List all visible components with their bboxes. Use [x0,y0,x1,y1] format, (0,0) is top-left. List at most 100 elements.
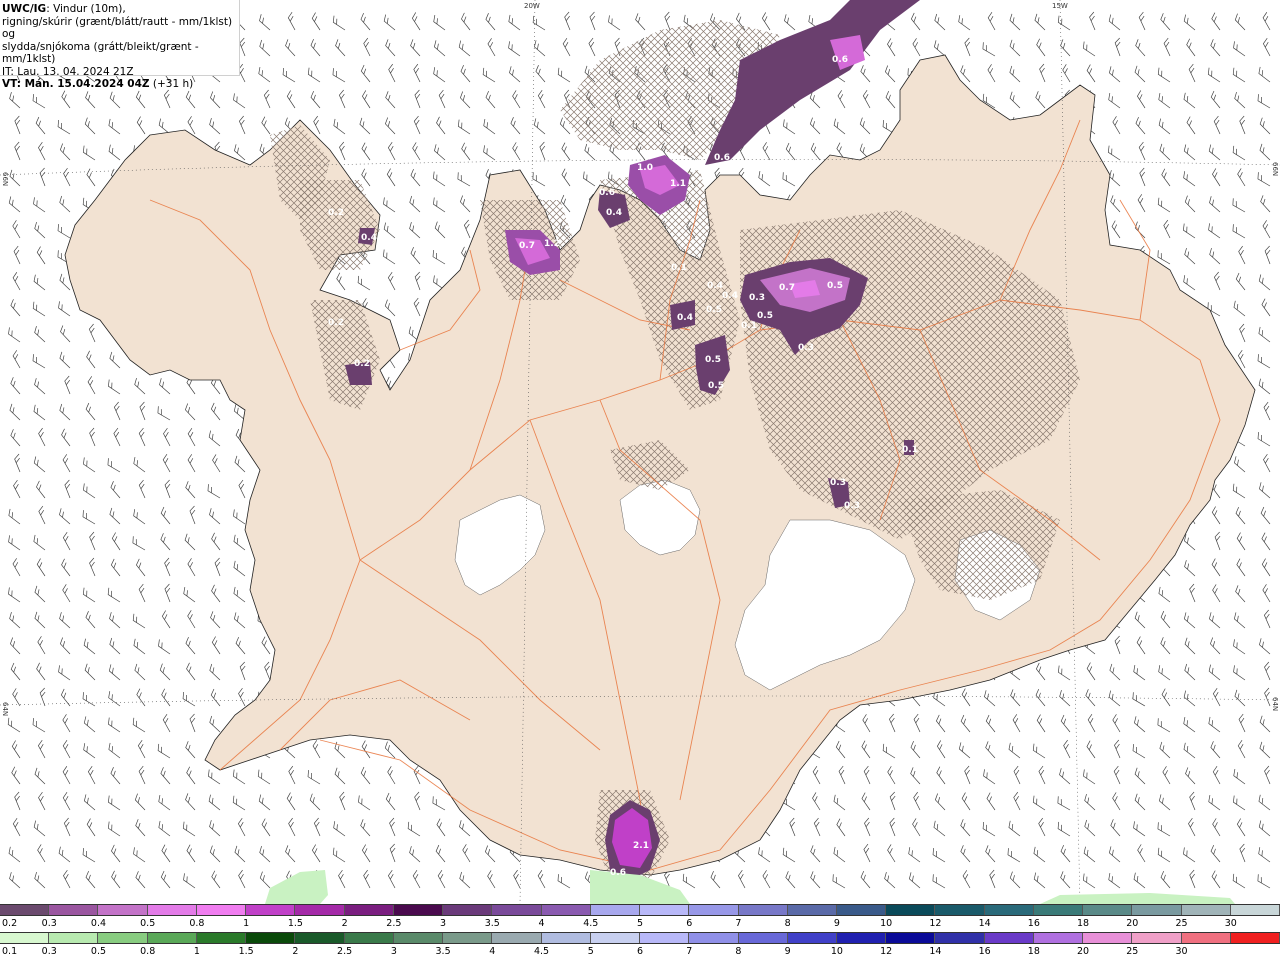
colorbar-tick-label: 8 [735,946,742,957]
colorbar-cell [984,905,1034,915]
colorbar-tick-label: 30 [1224,918,1237,929]
precip-value-label: 1.0 [637,163,653,173]
weather-map: 0.60.61.01.10.40.60.40.20.7 1.20.20.20.4 0… [0,0,1280,904]
precip-value-label: 0.7 [779,283,795,293]
colorbar-cell [640,933,690,943]
colorbar-tick-label: 18 [1077,918,1090,929]
colorbar-cell [1083,905,1133,915]
forecast-offset: (+31 h) [149,78,194,90]
colorbar-tick-label: 6 [636,946,644,957]
colorbar-tick-label: 0.2 [2,918,18,929]
colorbar-tick-label: 3.5 [435,946,451,957]
colorbar-tick-label: 4 [489,946,496,957]
precip-value-label: 0.7 [519,241,535,251]
colorbar-tick-label: 18 [1027,946,1040,957]
colorbar-tick-label: 2.5 [337,946,353,957]
colorbar-cell [787,905,837,915]
colorbar-cell [49,905,99,915]
colorbar-tick-label: 10 [880,918,893,929]
colorbar-cell [738,905,788,915]
precip-value-label: 0.3 [798,343,814,353]
colorbar-cell [246,905,296,915]
map-info-box: UWC/IG: Vindur (10m), rigning/skúrir (gr… [0,0,240,90]
colorbar-tick-label: 5 [587,946,594,957]
lat-label-64n-left: 64N [1,702,9,716]
init-time: IT: Lau. 13. 04. 2024 21Z [2,65,134,78]
colorbar-cell [393,933,444,943]
colorbar-tick-label: 0.8 [189,918,205,929]
precip-value-label: 0.2 [354,359,370,369]
precip-value-label: 0.4 [707,281,723,291]
precip-value-label: 0.6 [610,868,626,878]
precip-value-label: 1.1 [670,179,686,189]
colorbar-cell [787,933,837,943]
colorbar-tick-label: 6 [686,918,693,929]
lat-label-64n-right: 64N [1271,697,1279,711]
colorbar-cell [393,905,444,915]
valid-time: VT: Mán. 15.04.2024 04Z [2,78,150,90]
colorbar-tick-label: 3.5 [484,918,500,929]
colorbar-tick-label: 3 [390,946,397,957]
colorbar-tick-label: 7 [735,918,742,929]
colorbar-snow-labels: 0.2 0.3 0.4 0.5 0.8 1 1.5 2 2.5 3 3.5 4 4.5 5 6 7 8 9 10 12… [0,918,1280,930]
product-code: UWC/IG [2,3,47,15]
colorbar-tick-label: 10 [830,946,843,957]
colorbar-cell [1033,905,1084,915]
precip-value-label: 0.4 [361,233,377,243]
colorbar-cell [196,933,247,943]
colorbar-tick-label: 1 [243,918,250,929]
colorbar-cell [1033,933,1084,943]
colorbar-cell [295,933,345,943]
colorbar-cell [492,905,542,915]
colorbar-tick-label: 0.4 [90,918,107,929]
precip-value-label: 0.4 [722,291,738,301]
colorbar-tick-label: 0.3 [41,946,57,957]
colorbar-cell [738,933,788,943]
precip-value-label: 0.3 [830,478,846,488]
colorbar-tick-label: 2.5 [386,918,402,929]
product-description: : Vindur (10m), [46,3,126,15]
colorbar-tick-label: 7 [686,946,693,957]
colorbar-tick-label: 9 [784,946,791,957]
colorbar-tick-label: 14 [978,918,991,929]
colorbar-tick-label: 2 [341,918,348,929]
precip-value-label: 0.3 [749,293,765,303]
colorbar-cell [640,905,690,915]
colorbar-cell [935,905,985,915]
colorbar-cell [1083,933,1133,943]
precip-value-label: 0.4 [677,313,693,323]
colorbar-cell [246,933,296,943]
precip-value-label: 0.5 [827,281,843,291]
colorbar-cell [98,933,148,943]
lat-label-66n-left: 66N [1,172,9,186]
precip-value-label: 1.2 [544,239,560,249]
colorbar-tick-label: 4.5 [583,918,599,929]
colorbar-cell [1132,933,1182,943]
colorbar-tick-label: 20 [1077,946,1090,957]
precip-value-label: 0.6 [714,153,730,163]
precip-value-label: 0.3 [844,501,860,511]
colorbar-cell [689,933,739,943]
colorbar-tick-label: 1.5 [238,946,254,957]
valid-time-line: VT: Mán. 15.04.2024 04Z (+31 h) [2,78,239,91]
colorbar-cell [49,933,99,943]
colorbar-tick-label: 0.5 [90,946,107,957]
colorbar-tick-label: 12 [929,918,942,929]
precip-value-label: 0.2 [328,208,344,218]
colorbar-tick-label: 20 [1126,918,1139,929]
colorbar-cell [541,905,591,915]
lon-label-20w: 20W [524,2,540,10]
colorbar-cell [1132,905,1182,915]
colorbar-cell [443,933,493,943]
info-line-2: rigning/skúrir (grænt/blátt/rautt - mm/1… [2,15,233,41]
info-line-1: UWC/IG: Vindur (10m), [2,3,239,16]
colorbar-tick-label: 16 [1027,918,1040,929]
colorbar-cell [935,933,985,943]
lon-label-15w: 15W [1052,2,1068,10]
colorbar-cell [443,905,493,915]
precip-value-label: 0.5 [757,311,773,321]
colorbar-cell [344,905,394,915]
colorbar-tick-label: 0.1 [2,946,18,957]
precip-value-label: 0.5 [706,305,722,315]
precip-value-label: 0.1 [902,445,918,455]
